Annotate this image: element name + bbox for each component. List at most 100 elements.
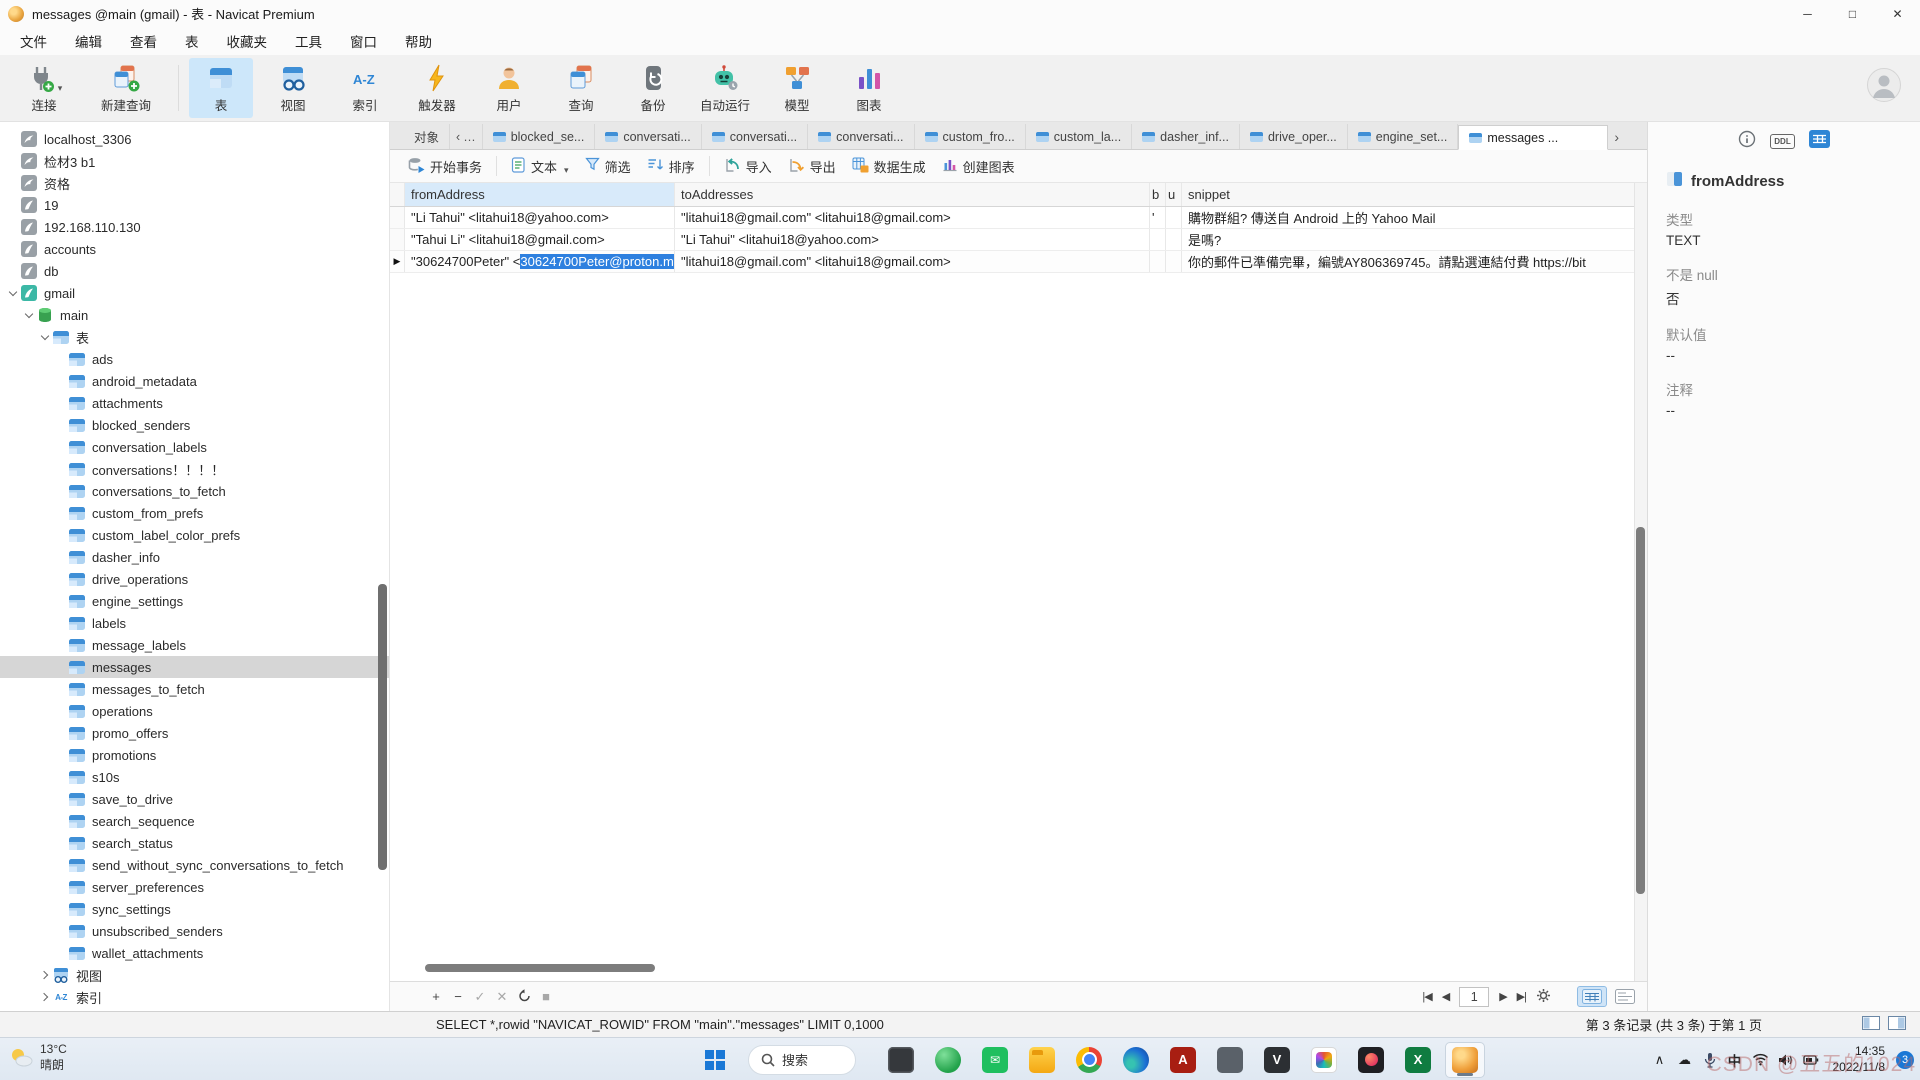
tab-blocked-se[interactable]: blocked_se... <box>483 124 596 149</box>
sidebar-item-search-status[interactable]: search_status <box>0 832 389 854</box>
row-gutter[interactable] <box>390 207 405 228</box>
sidebar-item-ads[interactable]: ads <box>0 348 389 370</box>
sort-button[interactable]: 排序 <box>639 153 703 180</box>
row-gutter[interactable] <box>390 229 405 250</box>
taskbar-app-chrome[interactable] <box>1069 1042 1109 1078</box>
import-button[interactable]: 导入 <box>716 153 780 180</box>
menu-item-帮助[interactable]: 帮助 <box>391 27 446 55</box>
tab-engine-set[interactable]: engine_set... <box>1348 124 1459 149</box>
sidebar-item-unsubscribed-senders[interactable]: unsubscribed_senders <box>0 920 389 942</box>
menu-item-窗口[interactable]: 窗口 <box>336 27 391 55</box>
sidebar-item-accounts[interactable]: accounts <box>0 238 389 260</box>
tab-drive-oper[interactable]: drive_oper... <box>1240 124 1348 149</box>
toolbar-view-button[interactable]: 视图 <box>261 58 325 118</box>
sidebar-item-sync-settings[interactable]: sync_settings <box>0 898 389 920</box>
menu-item-查看[interactable]: 查看 <box>116 27 171 55</box>
sidebar-item-检材3-b1[interactable]: 检材3 b1 <box>0 150 389 172</box>
row-gutter[interactable]: ▶ <box>390 251 405 272</box>
cell-fromAddress[interactable]: "30624700Peter" <30624700Peter@proton.me… <box>405 251 675 272</box>
first-page-button[interactable]: |◀ <box>1422 990 1431 1003</box>
taskbar-app-phone[interactable] <box>1210 1042 1250 1078</box>
sidebar-item-message-labels[interactable]: message_labels <box>0 634 389 656</box>
sidebar-item-wallet-attachments[interactable]: wallet_attachments <box>0 942 389 964</box>
menu-item-文件[interactable]: 文件 <box>6 27 61 55</box>
sidebar-item-dasher-info[interactable]: dasher_info <box>0 546 389 568</box>
scroll-right-icon[interactable]: › <box>1608 124 1625 149</box>
sidebar-item-promo-offers[interactable]: promo_offers <box>0 722 389 744</box>
grid-vertical-scrollbar[interactable] <box>1634 183 1647 981</box>
taskbar-app-edge[interactable] <box>1116 1042 1156 1078</box>
maximize-button[interactable]: □ <box>1830 0 1875 27</box>
taskbar-app-v-app[interactable]: V <box>1257 1042 1297 1078</box>
sidebar-item-engine-settings[interactable]: engine_settings <box>0 590 389 612</box>
battery-icon[interactable] <box>1803 1054 1820 1066</box>
sidebar-item-19[interactable]: 19 <box>0 194 389 216</box>
column-header-fromaddress[interactable]: fromAddress <box>405 183 675 206</box>
filter-button[interactable]: 筛选 <box>577 153 639 180</box>
volume-icon[interactable] <box>1778 1053 1794 1067</box>
sidebar-item-attachments[interactable]: attachments <box>0 392 389 414</box>
sidebar-item-messages[interactable]: messages <box>0 656 389 678</box>
tab-对象[interactable]: 对象 <box>404 124 450 149</box>
toolbar-trigger-button[interactable]: 触发器 <box>405 58 469 118</box>
expand-right-icon[interactable] <box>38 994 52 1000</box>
sidebar-item-conversations[interactable]: conversations！！！！ <box>0 458 389 480</box>
sidebar-item-表[interactable]: 表 <box>0 326 389 348</box>
previous-page-button[interactable]: ◀ <box>1442 990 1449 1003</box>
sidebar-item-localhost-3306[interactable]: localhost_3306 <box>0 128 389 150</box>
column-header-toaddresses[interactable]: toAddresses <box>675 183 1150 206</box>
tab-conversati[interactable]: conversati... <box>808 124 914 149</box>
menu-item-表[interactable]: 表 <box>171 27 213 55</box>
ddl-tab-icon[interactable]: DDL <box>1770 134 1794 149</box>
tab-item[interactable]: ‹… <box>450 124 483 149</box>
sidebar-item-custom-label-color-prefs[interactable]: custom_label_color_prefs <box>0 524 389 546</box>
sidebar-item-messages-to-fetch[interactable]: messages_to_fetch <box>0 678 389 700</box>
sidebar-item-索引[interactable]: A-Z索引 <box>0 986 389 1008</box>
cell-fromAddress[interactable]: "Tahui Li" <litahui18@gmail.com> <box>405 229 675 250</box>
menu-item-编辑[interactable]: 编辑 <box>61 27 116 55</box>
page-number-input[interactable]: 1 <box>1459 987 1489 1007</box>
sidebar-item-conversations-to-fetch[interactable]: conversations_to_fetch <box>0 480 389 502</box>
sidebar-item-drive-operations[interactable]: drive_operations <box>0 568 389 590</box>
taskbar-app-photos[interactable] <box>1304 1042 1344 1078</box>
sidebar-item-promotions[interactable]: promotions <box>0 744 389 766</box>
start-button[interactable] <box>695 1042 735 1078</box>
toolbar-backup-button[interactable]: 备份 <box>621 58 685 118</box>
dropdown-caret-icon[interactable]: ▾ <box>58 83 63 94</box>
sidebar-item-save-to-drive[interactable]: save_to_drive <box>0 788 389 810</box>
page-settings-gear-icon[interactable] <box>1536 988 1551 1006</box>
toggle-left-pane-icon[interactable] <box>1862 1016 1880 1033</box>
taskbar-app-ide[interactable] <box>1351 1042 1391 1078</box>
minimize-button[interactable]: ─ <box>1785 0 1830 27</box>
create-chart-button[interactable]: 创建图表 <box>934 153 1023 180</box>
sidebar-item-server-preferences[interactable]: server_preferences <box>0 876 389 898</box>
taskbar-app-file-explorer[interactable] <box>1022 1042 1062 1078</box>
begin-transaction-button[interactable]: 开始事务 <box>400 153 490 180</box>
onedrive-cloud-icon[interactable]: ☁ <box>1677 1052 1693 1068</box>
last-page-button[interactable]: ▶| <box>1517 990 1526 1003</box>
expand-down-icon[interactable] <box>6 291 20 295</box>
cell-toAddresses[interactable]: "Li Tahui" <litahui18@yahoo.com> <box>675 229 1150 250</box>
sidebar-item-labels[interactable]: labels <box>0 612 389 634</box>
cell-b[interactable]: ' <box>1150 207 1166 228</box>
cell-toAddresses[interactable]: "litahui18@gmail.com" <litahui18@gmail.c… <box>675 251 1150 272</box>
dropdown-caret-icon[interactable]: ▾ <box>564 165 569 176</box>
column-header-b[interactable]: b <box>1150 183 1166 206</box>
cell-snippet[interactable]: 你的郵件已準備完畢，編號AY806369745。請點選連結付費 https://… <box>1182 251 1647 272</box>
notification-badge[interactable]: 3 <box>1896 1051 1914 1069</box>
toolbar-connect-button[interactable]: ▾连接 <box>12 58 76 118</box>
sidebar-item-custom-from-prefs[interactable]: custom_from_prefs <box>0 502 389 524</box>
toolbar-table-button[interactable]: 表 <box>189 58 253 118</box>
cell-u[interactable] <box>1166 207 1182 228</box>
taskbar-app-mail[interactable]: ✉ <box>975 1042 1015 1078</box>
toolbar-chart-button[interactable]: 图表 <box>837 58 901 118</box>
taskbar-app-terminal[interactable] <box>881 1042 921 1078</box>
close-button[interactable]: ✕ <box>1875 0 1920 27</box>
taskbar-app-navicat[interactable] <box>1445 1042 1485 1078</box>
cell-snippet[interactable]: 購物群組? 傳送自 Android 上的 Yahoo Mail <box>1182 207 1647 228</box>
wifi-icon[interactable] <box>1752 1053 1769 1066</box>
form-view-toggle[interactable] <box>1611 987 1639 1006</box>
add-record-button[interactable]: + <box>425 989 447 1004</box>
tab-custom-fro[interactable]: custom_fro... <box>915 124 1026 149</box>
taskbar-app-acrobat[interactable]: A <box>1163 1042 1203 1078</box>
